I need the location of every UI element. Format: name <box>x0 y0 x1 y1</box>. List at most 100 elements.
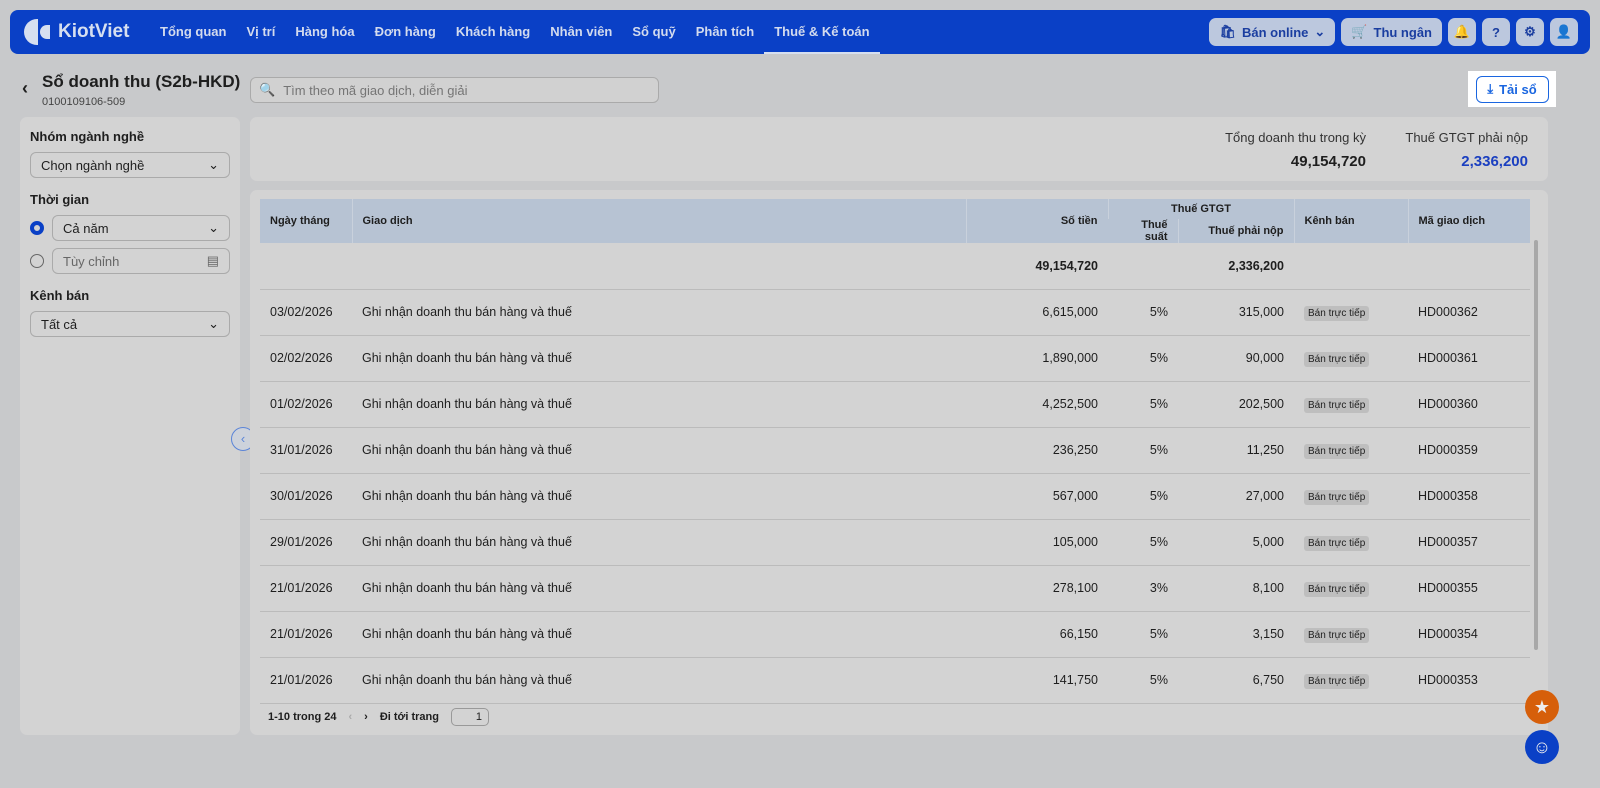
download-button[interactable]: ⤓ Tải sổ <box>1475 75 1549 103</box>
table-row[interactable]: 21/01/2026 Ghi nhận doanh thu bán hàng và… <box>260 611 1530 658</box>
cell-tax: 8,100 <box>1178 565 1294 612</box>
chevron-down-icon: ⌄ <box>1314 24 1326 39</box>
nav-item[interactable]: Thuế & Kế toán <box>764 10 880 54</box>
cell-rate: 5% <box>1108 427 1178 474</box>
gear-icon: ⚙ <box>1524 24 1536 39</box>
shop-bag-icon: 🛍 <box>1219 24 1236 39</box>
cell-code: HD000357 <box>1408 519 1530 566</box>
main-menu: Tổng quan Vị trí Hàng hóa Đơn hàng Khách hàn… <box>150 10 880 54</box>
col-amount: Số tiền <box>965 199 1108 243</box>
chevron-down-icon: ⌄ <box>208 220 219 235</box>
search-box: 🔍 <box>250 77 659 103</box>
nav-item[interactable]: Phân tích <box>686 10 765 54</box>
radio-year[interactable] <box>30 221 44 235</box>
col-desc: Giao dịch <box>351 199 966 243</box>
table-row[interactable]: 03/02/2026 Ghi nhận doanh thu bán hàng và… <box>260 289 1530 336</box>
brand-logo[interactable]: KiotViet <box>24 19 150 45</box>
cell-tax: 90,000 <box>1178 335 1294 382</box>
notification-button[interactable]: 🔔 <box>1448 18 1476 46</box>
total-row: 49,154,720 2,336,200 <box>260 243 1530 290</box>
cell-date: 30/01/2026 <box>260 473 352 520</box>
cell-desc: Ghi nhận doanh thu bán hàng và thuế <box>352 611 966 658</box>
download-icon: ⤓ <box>1487 81 1494 96</box>
cell-desc: Ghi nhận doanh thu bán hàng và thuế <box>352 381 966 428</box>
nav-item[interactable]: Nhân viên <box>540 10 622 54</box>
help-button[interactable]: ? <box>1482 18 1510 46</box>
cell-desc: Ghi nhận doanh thu bán hàng và thuế <box>352 473 966 520</box>
cell-amount: 141,750 <box>966 657 1108 704</box>
cell-code: HD000359 <box>1408 427 1530 474</box>
cell-desc: Ghi nhận doanh thu bán hàng và thuế <box>352 335 966 382</box>
cell-desc: Ghi nhận doanh thu bán hàng và thuế <box>352 427 966 474</box>
table-row[interactable]: 21/01/2026 Ghi nhận doanh thu bán hàng và… <box>260 657 1530 704</box>
online-sales-button[interactable]: 🛍 Bán online ⌄ <box>1209 18 1336 46</box>
support-button[interactable]: ☺ <box>1525 730 1559 764</box>
col-date: Ngày tháng <box>260 199 352 243</box>
cell-code: HD000360 <box>1408 381 1530 428</box>
cashier-button[interactable]: 🛒 Thu ngân <box>1341 18 1442 46</box>
nav-item[interactable]: Hàng hóa <box>285 10 364 54</box>
custom-date-placeholder: Tùy chỉnh <box>63 253 120 269</box>
revenue-value: 49,154,720 <box>1290 153 1366 170</box>
cell-channel: Bán trực tiếp <box>1294 427 1408 474</box>
cell-rate: 5% <box>1108 381 1178 428</box>
channel-tag: Bán trực tiếp <box>1304 444 1370 459</box>
table-row[interactable]: 21/01/2026 Ghi nhận doanh thu bán hàng và… <box>260 565 1530 612</box>
cell-rate: 5% <box>1108 519 1178 566</box>
channel-select[interactable]: Tất cả ⌄ <box>30 311 230 337</box>
nav-item[interactable]: Tổng quan <box>150 10 236 54</box>
goto-page-input[interactable]: 1 <box>450 708 489 726</box>
custom-date-input[interactable]: Tùy chỉnh ▤ <box>52 248 230 274</box>
radio-custom[interactable] <box>30 254 44 268</box>
year-value: Cả năm <box>63 220 109 236</box>
star-icon: ★ <box>1533 697 1551 717</box>
chevron-down-icon: ⌄ <box>208 316 219 331</box>
cell-amount: 4,252,500 <box>966 381 1108 428</box>
download-highlight: ⤓ Tải sổ <box>1468 71 1556 107</box>
ledger-table-card: Ngày tháng Giao dịch Số tiền Thuế GTGT K… <box>250 190 1548 735</box>
cell-amount: 236,250 <box>966 427 1108 474</box>
total-amount: 49,154,720 <box>966 243 1108 290</box>
nav-item[interactable]: Sổ quỹ <box>622 10 685 54</box>
nav-item[interactable]: Đơn hàng <box>365 10 446 54</box>
industry-select[interactable]: Chọn ngành nghề ⌄ <box>30 152 230 178</box>
cell-channel: Bán trực tiếp <box>1294 473 1408 520</box>
cell-channel: Bán trực tiếp <box>1294 657 1408 704</box>
filter-panel: Nhóm ngành nghề Chọn ngành nghề ⌄ Thời gi… <box>20 117 240 735</box>
table-scrollbar[interactable] <box>1534 240 1538 650</box>
ledger-table: Ngày tháng Giao dịch Số tiền Thuế GTGT K… <box>260 199 1530 704</box>
cell-date: 03/02/2026 <box>260 289 352 336</box>
cell-channel: Bán trực tiếp <box>1294 289 1408 336</box>
search-icon: 🔍 <box>259 82 276 97</box>
favorite-button[interactable]: ★ <box>1525 690 1559 724</box>
cell-code: HD000361 <box>1408 335 1530 382</box>
search-input[interactable] <box>283 82 644 98</box>
cell-code: HD000358 <box>1408 473 1530 520</box>
nav-item[interactable]: Khách hàng <box>446 10 540 54</box>
year-select[interactable]: Cả năm ⌄ <box>52 215 230 241</box>
avatar[interactable]: 👤 <box>1550 18 1578 46</box>
next-page-button[interactable]: › <box>364 711 368 723</box>
table-row[interactable]: 01/02/2026 Ghi nhận doanh thu bán hàng và… <box>260 381 1530 428</box>
prev-page-button[interactable]: ‹ <box>348 711 352 723</box>
back-button[interactable]: ‹ <box>22 78 28 99</box>
table-row[interactable]: 29/01/2026 Ghi nhận doanh thu bán hàng và… <box>260 519 1530 566</box>
cell-date: 21/01/2026 <box>260 565 352 612</box>
cell-tax: 6,750 <box>1178 657 1294 704</box>
table-row[interactable]: 02/02/2026 Ghi nhận doanh thu bán hàng và… <box>260 335 1530 382</box>
cell-rate: 5% <box>1108 289 1178 336</box>
channel-tag: Bán trực tiếp <box>1304 536 1370 551</box>
cell-desc: Ghi nhận doanh thu bán hàng và thuế <box>352 519 966 566</box>
cell-tax: 27,000 <box>1178 473 1294 520</box>
table-row[interactable]: 30/01/2026 Ghi nhận doanh thu bán hàng và… <box>260 473 1530 520</box>
col-tax: Thuế phải nộp <box>1177 219 1294 243</box>
cell-tax: 202,500 <box>1178 381 1294 428</box>
table-row[interactable]: 31/01/2026 Ghi nhận doanh thu bán hàng và… <box>260 427 1530 474</box>
settings-button[interactable]: ⚙ <box>1516 18 1544 46</box>
vat-label: Thuế GTGT phải nộp <box>1405 130 1528 145</box>
cell-date: 21/01/2026 <box>260 657 352 704</box>
cell-channel: Bán trực tiếp <box>1294 335 1408 382</box>
nav-item[interactable]: Vị trí <box>236 10 285 54</box>
cell-amount: 66,150 <box>966 611 1108 658</box>
channel-value: Tất cả <box>41 316 78 332</box>
